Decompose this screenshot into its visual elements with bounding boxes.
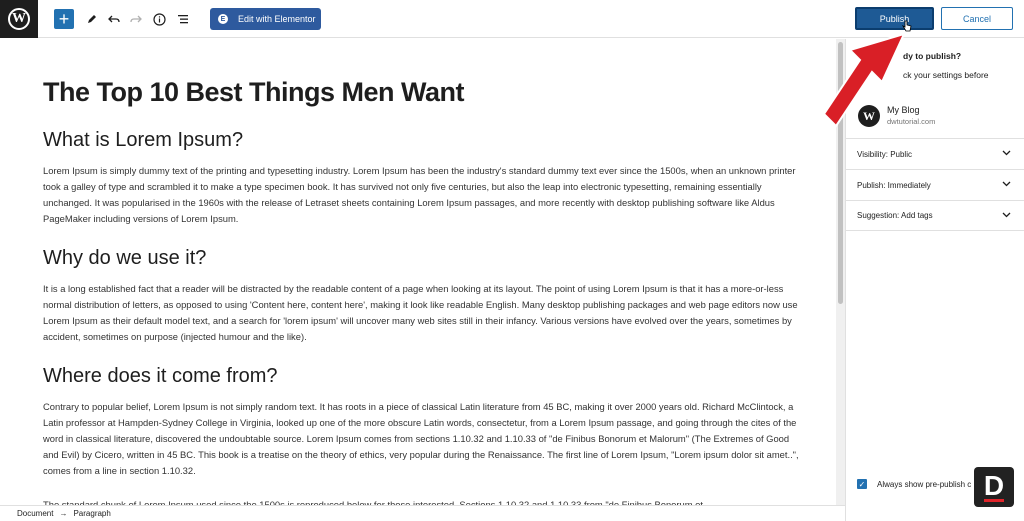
breadcrumb-document[interactable]: Document (17, 509, 53, 518)
visibility-panel[interactable]: Visibility: Public (846, 138, 1024, 169)
section-heading[interactable]: Why do we use it? (43, 245, 803, 271)
suggestion-label: Suggestion: Add tags (857, 211, 933, 220)
paragraph-block[interactable]: The standard chunk of Lorem Ipsum used s… (43, 497, 803, 505)
chevron-down-icon (1002, 179, 1011, 190)
paragraph-block[interactable]: It is a long established fact that a rea… (43, 281, 803, 345)
cancel-button[interactable]: Cancel (941, 7, 1013, 30)
info-icon[interactable] (151, 9, 167, 29)
breadcrumb-separator: → (59, 509, 68, 518)
publish-button[interactable]: Publish (855, 7, 934, 30)
elementor-icon: E (218, 14, 228, 24)
always-show-label: Always show pre-publish c (877, 479, 972, 489)
redo-icon[interactable] (128, 9, 144, 29)
paragraph-block[interactable]: Lorem Ipsum is simply dummy text of the … (43, 163, 803, 227)
prepublish-subtitle: ck your settings before (903, 70, 989, 80)
list-view-icon[interactable] (175, 9, 191, 29)
hand-cursor-icon (901, 20, 912, 35)
paragraph-block[interactable]: Contrary to popular belief, Lorem Ipsum … (43, 399, 803, 479)
chevron-down-icon (1002, 210, 1011, 221)
breadcrumb: Document → Paragraph (0, 505, 845, 521)
checkbox-checked-icon[interactable]: ✓ (857, 479, 867, 489)
elementor-button-label: Edit with Elementor (238, 14, 316, 24)
red-arrow-annotation (822, 32, 906, 128)
chevron-down-icon (1002, 148, 1011, 159)
section-heading[interactable]: Where does it come from? (43, 363, 803, 389)
breadcrumb-paragraph[interactable]: Paragraph (73, 509, 110, 518)
section-heading[interactable]: What is Lorem Ipsum? (43, 127, 803, 153)
editor-canvas[interactable]: The Top 10 Best Things Men Want What is … (0, 39, 836, 505)
wordpress-logo-icon[interactable]: W (0, 0, 38, 38)
post-title[interactable]: The Top 10 Best Things Men Want (43, 75, 803, 109)
suggestion-panel[interactable]: Suggestion: Add tags (846, 200, 1024, 231)
undo-icon[interactable] (106, 9, 122, 29)
always-show-prepublish[interactable]: ✓ Always show pre-publish c (857, 479, 971, 489)
pencil-icon[interactable] (84, 9, 100, 29)
publish-date-label: Publish: Immediately (857, 180, 931, 190)
publish-date-panel[interactable]: Publish: Immediately (846, 169, 1024, 200)
plus-icon[interactable]: + (54, 9, 74, 29)
visibility-label: Visibility: Public (857, 149, 912, 159)
post-content: The Top 10 Best Things Men Want What is … (43, 75, 803, 505)
watermark-logo: D (974, 467, 1014, 507)
edit-with-elementor-button[interactable]: E Edit with Elementor (210, 8, 321, 30)
